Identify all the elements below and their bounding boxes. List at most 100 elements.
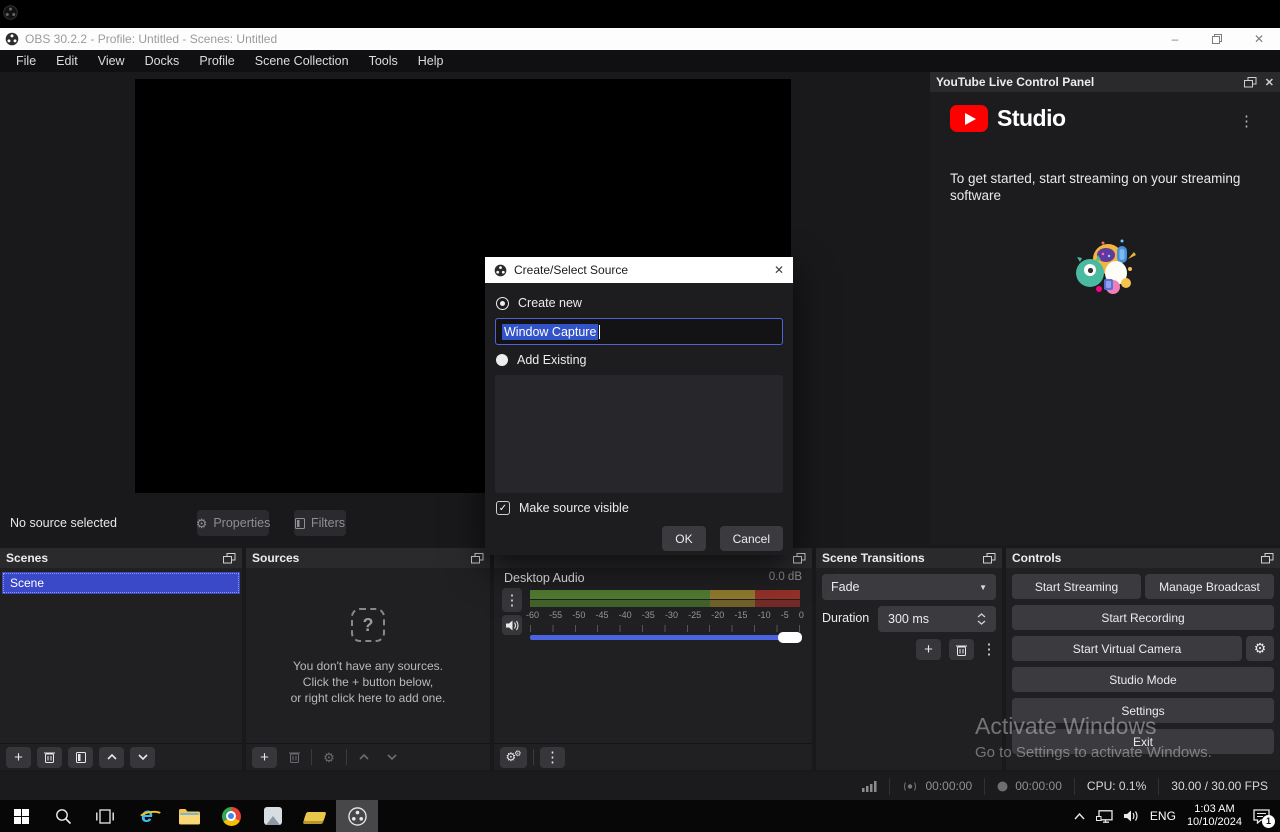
obs-taskbar-button[interactable] [336, 800, 378, 832]
popout-icon[interactable] [223, 553, 236, 564]
properties-button[interactable]: ⚙ Properties [197, 510, 269, 536]
close-panel-icon[interactable]: ✕ [1265, 76, 1274, 89]
mixer-dots-button[interactable]: ⋮ [502, 588, 522, 612]
menu-scene-collection[interactable]: Scene Collection [245, 54, 359, 68]
checkbox-checked-icon: ✓ [496, 501, 510, 515]
create-new-radio[interactable]: Create new [496, 296, 582, 310]
remove-transition-button[interactable] [949, 639, 974, 660]
transition-props-button[interactable]: ⋮ [982, 639, 996, 660]
slider-tickmarks [530, 625, 800, 632]
start-recording-button[interactable]: Start Recording [1012, 605, 1274, 630]
scenes-header: Scenes [0, 548, 242, 568]
file-explorer-button[interactable] [168, 800, 210, 832]
language-indicator[interactable]: ENG [1150, 809, 1176, 823]
move-source-up-button[interactable] [353, 747, 375, 768]
sticky-app-button[interactable] [294, 800, 336, 832]
popout-icon[interactable] [983, 553, 996, 564]
volume-slider-handle[interactable] [778, 632, 802, 643]
transition-selected-value: Fade [831, 580, 860, 594]
add-existing-label: Add Existing [517, 353, 586, 367]
filter-icon [295, 518, 305, 529]
cancel-button[interactable]: Cancel [720, 526, 783, 551]
duration-value: 300 ms [888, 612, 929, 626]
menu-docks[interactable]: Docks [135, 54, 190, 68]
close-button[interactable]: ✕ [1238, 28, 1280, 50]
filters-label: Filters [311, 516, 345, 530]
start-virtual-camera-button[interactable]: Start Virtual Camera [1012, 636, 1242, 661]
duration-spinbox[interactable]: 300 ms [878, 606, 996, 632]
move-scene-down-button[interactable] [130, 747, 155, 768]
audio-mixer-panel: Desktop Audio 0.0 dB ⋮ -60-55-50-45-40-3… [494, 548, 812, 770]
move-source-down-button[interactable] [381, 747, 403, 768]
scene-list-item[interactable]: Scene [2, 572, 240, 594]
restore-button[interactable] [1196, 28, 1238, 50]
tray-expand-icon[interactable] [1074, 813, 1085, 820]
youtube-menu-dots-icon[interactable]: ⋮ [1239, 112, 1254, 130]
remove-source-button[interactable] [283, 747, 305, 768]
radio-unselected-icon [496, 354, 508, 366]
source-properties-button[interactable]: ⚙ [318, 747, 340, 768]
scenes-panel: Scenes Scene + [0, 548, 242, 770]
popout-icon[interactable] [471, 553, 484, 564]
mixer-menu-button[interactable]: ⋮ [540, 747, 565, 768]
manage-broadcast-button[interactable]: Manage Broadcast [1145, 574, 1274, 599]
advanced-audio-button[interactable]: ⚙⚙ [500, 747, 527, 768]
add-existing-radio[interactable]: Add Existing [496, 353, 586, 367]
source-name-value: Window Capture [502, 324, 598, 340]
cpu-usage: CPU: 0.1% [1074, 778, 1158, 795]
ok-button[interactable]: OK [662, 526, 705, 551]
network-icon[interactable] [1096, 810, 1113, 823]
internet-explorer-button[interactable]: e [126, 800, 168, 832]
studio-mode-button[interactable]: Studio Mode [1012, 667, 1274, 692]
popout-icon[interactable] [793, 553, 806, 564]
menu-file[interactable]: File [6, 54, 46, 68]
filters-button[interactable]: Filters [294, 510, 346, 536]
dialog-title: Create/Select Source [514, 263, 628, 277]
add-source-button[interactable]: + [252, 747, 277, 768]
activate-windows-watermark-sub: Go to Settings to activate Windows. [975, 744, 1212, 761]
no-source-label: No source selected [10, 516, 117, 530]
add-transition-button[interactable]: + [916, 639, 941, 660]
popout-icon[interactable] [1261, 553, 1274, 564]
menu-tools[interactable]: Tools [359, 54, 408, 68]
sources-empty-line: You don't have any sources. [246, 658, 490, 674]
workspace: No source selected ⚙ Properties Filters … [0, 72, 1280, 772]
menu-help[interactable]: Help [408, 54, 454, 68]
existing-sources-list[interactable] [495, 375, 783, 493]
start-button[interactable] [0, 800, 42, 832]
menu-view[interactable]: View [88, 54, 135, 68]
taskbar-search-button[interactable] [42, 800, 84, 832]
task-view-button[interactable] [84, 800, 126, 832]
photos-app-button[interactable] [252, 800, 294, 832]
move-scene-up-button[interactable] [99, 747, 124, 768]
notification-badge: 1 [1262, 815, 1275, 828]
make-source-visible-checkbox[interactable]: ✓ Make source visible [496, 501, 629, 515]
mute-speaker-button[interactable] [502, 615, 522, 635]
obs-logo-icon [3, 5, 18, 20]
volume-icon[interactable] [1124, 810, 1139, 822]
obs-app-icon [5, 32, 19, 46]
sources-toolbar: + ⚙ [246, 743, 490, 770]
source-name-input[interactable]: Window Capture [495, 318, 783, 345]
chrome-button[interactable] [210, 800, 252, 832]
transition-select[interactable]: Fade ▼ [822, 574, 996, 600]
remove-scene-button[interactable] [37, 747, 62, 768]
taskbar-clock[interactable]: 1:03 AM 10/10/2024 [1187, 803, 1242, 829]
photos-icon [264, 807, 282, 825]
volume-slider[interactable] [530, 635, 800, 640]
obs-logo-icon [348, 807, 367, 826]
transitions-toolbar: + ⋮ [822, 639, 996, 660]
minimize-button[interactable]: – [1154, 28, 1196, 50]
controls-header: Controls [1006, 548, 1280, 568]
menu-bar: File Edit View Docks Profile Scene Colle… [0, 50, 1280, 72]
record-timer: 00:00:00 [984, 778, 1074, 795]
popout-icon[interactable] [1244, 77, 1257, 88]
virtual-camera-config-button[interactable]: ⚙ [1246, 636, 1274, 661]
dialog-close-icon[interactable]: ✕ [774, 263, 784, 277]
start-streaming-button[interactable]: Start Streaming [1012, 574, 1141, 599]
add-scene-button[interactable]: + [6, 747, 31, 768]
menu-edit[interactable]: Edit [46, 54, 88, 68]
menu-profile[interactable]: Profile [189, 54, 244, 68]
action-center-button[interactable]: 1 [1253, 809, 1270, 824]
scene-filters-button[interactable] [68, 747, 93, 768]
